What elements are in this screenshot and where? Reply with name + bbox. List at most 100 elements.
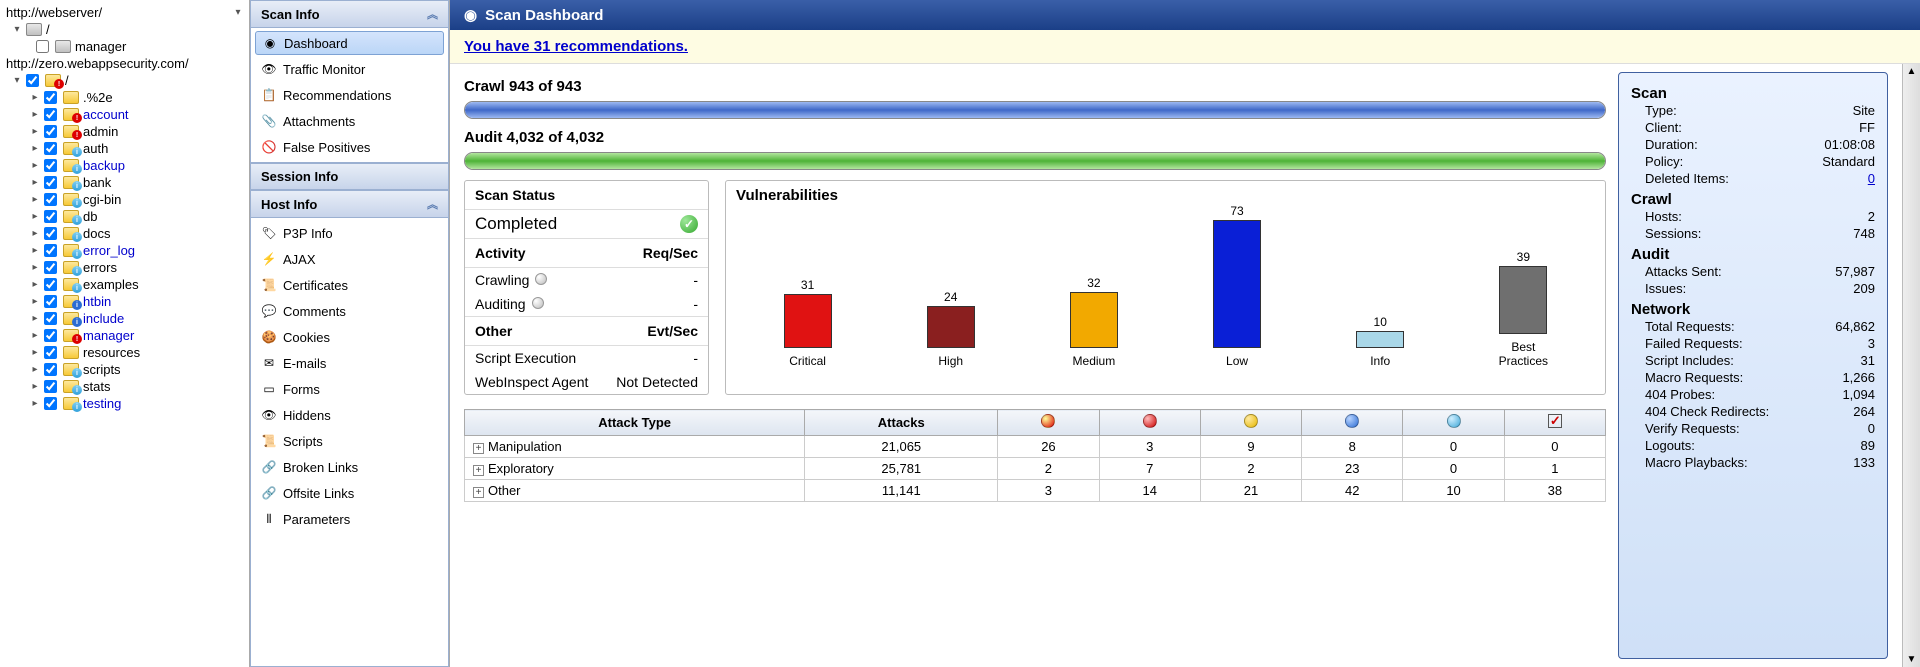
tree-node[interactable]: ▸idocs <box>0 225 249 242</box>
tree-root-2[interactable]: ▾ ! / <box>0 72 249 89</box>
chevron-down-icon[interactable]: ▾ <box>12 24 22 35</box>
chevron-right-icon[interactable]: ▸ <box>30 245 40 256</box>
collapse-icon[interactable]: ︽ <box>427 6 438 22</box>
host-info-item[interactable]: ✉E-mails <box>251 350 448 376</box>
tree-node[interactable]: ▸ibank <box>0 174 249 191</box>
host-info-item[interactable]: 📜Scripts <box>251 428 448 454</box>
scan-info-header[interactable]: Scan Info︽ <box>250 0 449 28</box>
site-tree-panel[interactable]: http://webserver/ ▾ ▾ / manager http://z… <box>0 0 250 667</box>
table-row[interactable]: +Exploratory25,7812722301 <box>465 458 1606 480</box>
chevron-right-icon[interactable]: ▸ <box>30 92 40 103</box>
collapse-icon[interactable]: ︽ <box>427 196 438 212</box>
host-info-item[interactable]: 👁Hiddens <box>251 402 448 428</box>
tree-checkbox[interactable] <box>44 244 57 257</box>
tree-checkbox[interactable] <box>44 295 57 308</box>
tree-checkbox[interactable] <box>44 142 57 155</box>
col-bp[interactable] <box>1504 410 1605 436</box>
chevron-right-icon[interactable]: ▸ <box>30 296 40 307</box>
tree-node[interactable]: ▸iauth <box>0 140 249 157</box>
tree-checkbox[interactable] <box>44 210 57 223</box>
vertical-scrollbar[interactable]: ▲ ▼ <box>1902 64 1920 667</box>
tree-checkbox[interactable] <box>44 159 57 172</box>
recommendations-link[interactable]: You have 31 recommendations. <box>464 38 688 55</box>
chevron-right-icon[interactable]: ▸ <box>30 109 40 120</box>
tree-node[interactable]: ▸!manager <box>0 327 249 344</box>
expand-icon[interactable]: + <box>473 487 484 498</box>
tree-checkbox[interactable] <box>44 380 57 393</box>
tree-node[interactable]: ▸icgi-bin <box>0 191 249 208</box>
host-info-item[interactable]: ▭Forms <box>251 376 448 402</box>
scan-info-item[interactable]: ◉Dashboard <box>255 31 444 55</box>
tree-checkbox[interactable] <box>44 227 57 240</box>
col-attacks[interactable]: Attacks <box>805 410 998 436</box>
tree-node[interactable]: ▸ierror_log <box>0 242 249 259</box>
host-info-item[interactable]: 🔗Offsite Links <box>251 480 448 506</box>
chevron-right-icon[interactable]: ▸ <box>30 194 40 205</box>
chevron-down-icon[interactable]: ▾ <box>12 75 22 86</box>
tree-checkbox[interactable] <box>44 125 57 138</box>
chevron-right-icon[interactable]: ▸ <box>30 279 40 290</box>
tree-node[interactable]: ▸ierrors <box>0 259 249 276</box>
tree-node[interactable]: ▸ihtbin <box>0 293 249 310</box>
tree-checkbox[interactable] <box>44 91 57 104</box>
col-info[interactable] <box>1403 410 1504 436</box>
chevron-right-icon[interactable]: ▸ <box>30 126 40 137</box>
chevron-right-icon[interactable]: ▸ <box>30 398 40 409</box>
host-url-2[interactable]: http://zero.webappsecurity.com/ <box>0 55 249 72</box>
tree-checkbox[interactable] <box>44 329 57 342</box>
host-info-item[interactable]: ⦀Parameters <box>251 506 448 532</box>
expand-icon[interactable]: + <box>473 465 484 476</box>
tree-checkbox[interactable] <box>44 176 57 189</box>
chevron-right-icon[interactable]: ▸ <box>30 211 40 222</box>
host-info-item[interactable]: ⚡AJAX <box>251 246 448 272</box>
expand-icon[interactable]: + <box>473 443 484 454</box>
table-row[interactable]: +Manipulation21,0652639800 <box>465 436 1606 458</box>
host-info-header[interactable]: Host Info︽ <box>250 190 449 218</box>
chevron-right-icon[interactable]: ▸ <box>30 313 40 324</box>
tree-node[interactable]: ▸idb <box>0 208 249 225</box>
tree-node[interactable]: ▸iinclude <box>0 310 249 327</box>
tree-node[interactable]: ▸!account <box>0 106 249 123</box>
tree-checkbox[interactable] <box>44 261 57 274</box>
host-info-item[interactable]: 🔗Broken Links <box>251 454 448 480</box>
scan-info-item[interactable]: 🚫False Positives <box>251 134 448 160</box>
tree-node[interactable]: ▸istats <box>0 378 249 395</box>
tree-checkbox[interactable] <box>44 193 57 206</box>
tree-node[interactable]: ▸iexamples <box>0 276 249 293</box>
host-info-item[interactable]: 💬Comments <box>251 298 448 324</box>
tree-node[interactable]: ▸iscripts <box>0 361 249 378</box>
chevron-right-icon[interactable]: ▸ <box>30 160 40 171</box>
tree-node[interactable]: ▸!admin <box>0 123 249 140</box>
col-attack-type[interactable]: Attack Type <box>465 410 805 436</box>
chevron-right-icon[interactable]: ▸ <box>30 381 40 392</box>
tree-node[interactable]: ▸resources <box>0 344 249 361</box>
scroll-down-icon[interactable]: ▼ <box>1905 652 1919 667</box>
host-url-1[interactable]: http://webserver/ ▾ <box>0 4 249 21</box>
chevron-right-icon[interactable]: ▸ <box>30 262 40 273</box>
host-info-item[interactable]: 📜Certificates <box>251 272 448 298</box>
tree-node[interactable]: ▸.%2e <box>0 89 249 106</box>
session-info-header[interactable]: Session Info <box>250 163 449 190</box>
chevron-right-icon[interactable]: ▸ <box>30 177 40 188</box>
tree-checkbox[interactable] <box>36 40 49 53</box>
tree-checkbox[interactable] <box>44 363 57 376</box>
tree-checkbox[interactable] <box>44 346 57 359</box>
tree-node[interactable]: ▸ibackup <box>0 157 249 174</box>
tree-root-1[interactable]: ▾ / <box>0 21 249 38</box>
host-info-item[interactable]: 🏷P3P Info <box>251 220 448 246</box>
chevron-right-icon[interactable]: ▸ <box>30 228 40 239</box>
tree-checkbox[interactable] <box>44 397 57 410</box>
scan-info-item[interactable]: 👁Traffic Monitor <box>251 56 448 82</box>
chevron-right-icon[interactable]: ▸ <box>30 364 40 375</box>
scroll-up-icon[interactable]: ▲ <box>1905 64 1919 79</box>
scan-info-item[interactable]: 📎Attachments <box>251 108 448 134</box>
tree-checkbox[interactable] <box>44 278 57 291</box>
tree-checkbox[interactable] <box>44 108 57 121</box>
tree-node[interactable]: manager <box>0 38 249 55</box>
col-high[interactable] <box>1099 410 1200 436</box>
chevron-right-icon[interactable]: ▸ <box>30 330 40 341</box>
scan-info-item[interactable]: 📋Recommendations <box>251 82 448 108</box>
table-row[interactable]: +Other11,14131421421038 <box>465 480 1606 502</box>
col-low[interactable] <box>1302 410 1403 436</box>
tree-node[interactable]: ▸itesting <box>0 395 249 412</box>
